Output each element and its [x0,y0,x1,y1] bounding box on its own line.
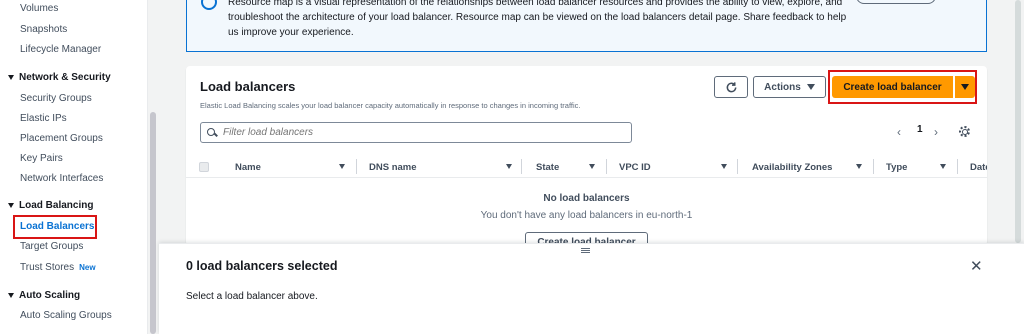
nav-target-groups[interactable]: Target Groups [20,241,83,252]
nav-volumes[interactable]: Volumes [20,3,58,14]
column-divider[interactable] [606,159,607,174]
panel-title: Load balancers [200,79,296,94]
highlight-box [828,70,977,104]
nav-security-groups[interactable]: Security Groups [20,93,92,104]
actions-dropdown[interactable]: Actions [753,76,826,98]
chevron-down-icon [8,293,14,298]
info-icon [201,0,217,10]
nav-network-interfaces[interactable]: Network Interfaces [20,173,103,184]
nav-snapshots[interactable]: Snapshots [20,24,67,35]
column-name[interactable]: Name [235,162,261,173]
search-icon [207,127,217,138]
nav-trust-stores[interactable]: Trust Stores New [20,262,96,273]
split-panel-title: 0 load balancers selected [186,259,338,273]
section-title: Load Balancing [19,200,94,211]
close-icon[interactable]: ✕ [970,257,983,275]
filter-input[interactable] [223,127,603,138]
page-number[interactable]: 1 [917,124,923,135]
column-type[interactable]: Type [886,162,907,173]
sort-icon[interactable] [506,164,512,169]
nav-placement-groups[interactable]: Placement Groups [20,133,103,144]
settings-icon[interactable] [959,126,970,137]
table-header [186,156,987,178]
highlight-box [13,215,97,239]
info-banner: Resource map is a visual representation … [186,0,987,52]
nav-label: Trust Stores [20,262,75,273]
column-date[interactable]: Date [970,162,987,173]
refresh-button[interactable] [714,76,748,98]
section-title: Auto Scaling [19,290,81,301]
sort-icon[interactable] [721,164,727,169]
column-divider[interactable] [356,159,357,174]
column-vpc-id[interactable]: VPC ID [619,162,651,173]
sort-icon[interactable] [856,164,862,169]
section-network-security[interactable]: Network & Security [8,72,111,83]
drag-handle-icon[interactable] [581,248,590,253]
banner-feedback-button[interactable] [856,0,936,4]
refresh-icon [726,81,736,92]
sort-icon[interactable] [589,164,595,169]
column-state[interactable]: State [536,162,559,173]
chevron-down-icon [8,203,14,208]
previous-page-icon[interactable]: ‹ [897,125,901,139]
nav-key-pairs[interactable]: Key Pairs [20,153,63,164]
filter-search[interactable] [200,122,632,143]
column-divider[interactable] [521,159,522,174]
new-badge: New [79,263,96,272]
caret-down-icon [806,84,815,90]
next-page-icon[interactable]: › [934,125,938,139]
column-divider[interactable] [737,159,738,174]
empty-state-title: No load balancers [543,193,630,204]
split-panel: 0 load balancers selected ✕ Select a loa… [159,243,1024,334]
section-title: Network & Security [19,72,111,83]
column-availability-zones[interactable]: Availability Zones [752,162,832,173]
split-panel-text: Select a load balancer above. [186,291,318,302]
column-divider[interactable] [873,159,874,174]
banner-text: Resource map is a visual representation … [228,0,847,38]
nav-elastic-ips[interactable]: Elastic IPs [20,113,67,124]
panel-description: Elastic Load Balancing scales your load … [200,101,581,110]
chevron-down-icon [8,75,14,80]
select-all-checkbox[interactable] [199,162,209,172]
nav-lifecycle-manager[interactable]: Lifecycle Manager [20,44,101,55]
empty-state-subtitle: You don't have any load balancers in eu-… [480,210,693,221]
sort-icon[interactable] [940,164,946,169]
section-auto-scaling[interactable]: Auto Scaling [8,290,80,301]
nav-auto-scaling-groups[interactable]: Auto Scaling Groups [20,310,112,321]
column-divider[interactable] [957,159,958,174]
sort-icon[interactable] [339,164,345,169]
section-load-balancing[interactable]: Load Balancing [8,200,93,211]
sidebar-scroll-thumb[interactable] [150,112,156,334]
actions-label: Actions [764,81,801,93]
side-navigation: Volumes Snapshots Lifecycle Manager Netw… [0,0,147,334]
main-scroll-thumb[interactable] [1015,0,1021,243]
column-dns-name[interactable]: DNS name [369,162,417,173]
